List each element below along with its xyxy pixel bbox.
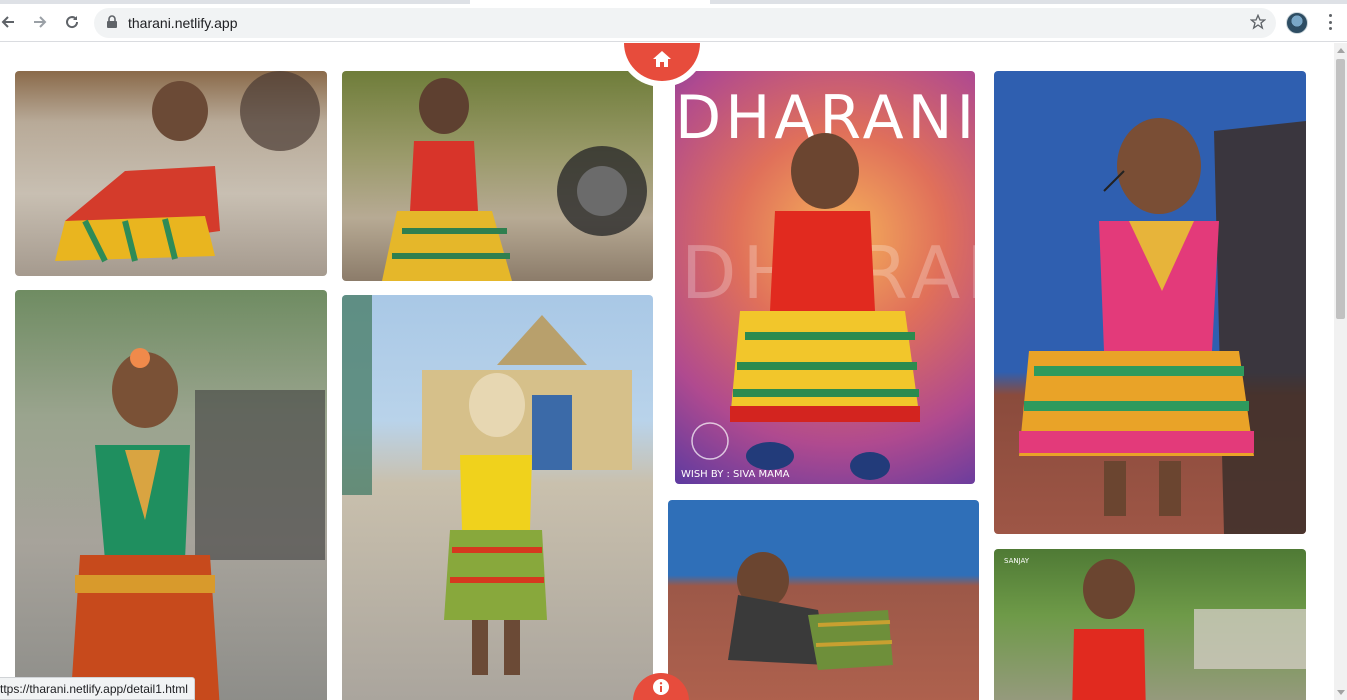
- child-green-blouse-photo: [70, 348, 325, 700]
- star-icon[interactable]: [1250, 14, 1266, 30]
- profile-avatar[interactable]: [1286, 12, 1308, 34]
- scroll-up-arrow[interactable]: [1337, 48, 1345, 53]
- forward-button[interactable]: [28, 10, 52, 34]
- active-tab[interactable]: [470, 0, 710, 4]
- child-lying-floor-photo: [728, 552, 893, 670]
- tab-strip: [0, 0, 1347, 4]
- child-standing-bike-photo: [382, 78, 647, 281]
- poster-credit: WISH BY : SIVA MAMA: [681, 469, 790, 480]
- poster-tile[interactable]: DHARANI DHARANI WISH BY : SIVA MAMA: [675, 71, 975, 484]
- vertical-scrollbar[interactable]: [1334, 43, 1347, 700]
- gallery-page: DHARANI DHARANI WISH BY : SIVA MAMA: [0, 43, 1334, 700]
- arrow-right-icon: [34, 16, 47, 28]
- child-crawling-photo: [55, 71, 320, 263]
- child-temple-photo: [342, 295, 632, 675]
- scrollbar-thumb[interactable]: [1336, 59, 1345, 319]
- status-link-bubble: ttps://tharani.netlify.app/detail1.html: [0, 677, 195, 700]
- address-bar[interactable]: tharani.netlify.app: [94, 8, 1276, 38]
- child-pink-dress-photo: [1019, 118, 1306, 534]
- photo-tile[interactable]: [342, 71, 653, 281]
- scroll-down-arrow[interactable]: [1337, 690, 1345, 695]
- lock-icon[interactable]: [106, 15, 118, 29]
- arrow-left-icon: [1, 16, 14, 28]
- home-icon: [653, 51, 671, 67]
- photo-tile[interactable]: [15, 290, 327, 700]
- photo-tile[interactable]: [15, 71, 327, 276]
- child-garden-photo: [1072, 559, 1306, 700]
- url-text[interactable]: tharani.netlify.app: [128, 15, 237, 31]
- reload-icon: [66, 16, 79, 29]
- photo-tile[interactable]: [668, 500, 979, 700]
- browser-toolbar: tharani.netlify.app: [0, 0, 1347, 42]
- reload-button[interactable]: [60, 10, 84, 34]
- photo-tile[interactable]: SANJAY: [994, 549, 1306, 700]
- photo-tile[interactable]: [342, 295, 653, 700]
- back-button[interactable]: [0, 10, 20, 34]
- info-icon: [653, 679, 669, 695]
- photo-tile[interactable]: [994, 71, 1306, 534]
- child-poster-photo: [691, 133, 920, 480]
- more-vert-icon[interactable]: [1322, 12, 1338, 32]
